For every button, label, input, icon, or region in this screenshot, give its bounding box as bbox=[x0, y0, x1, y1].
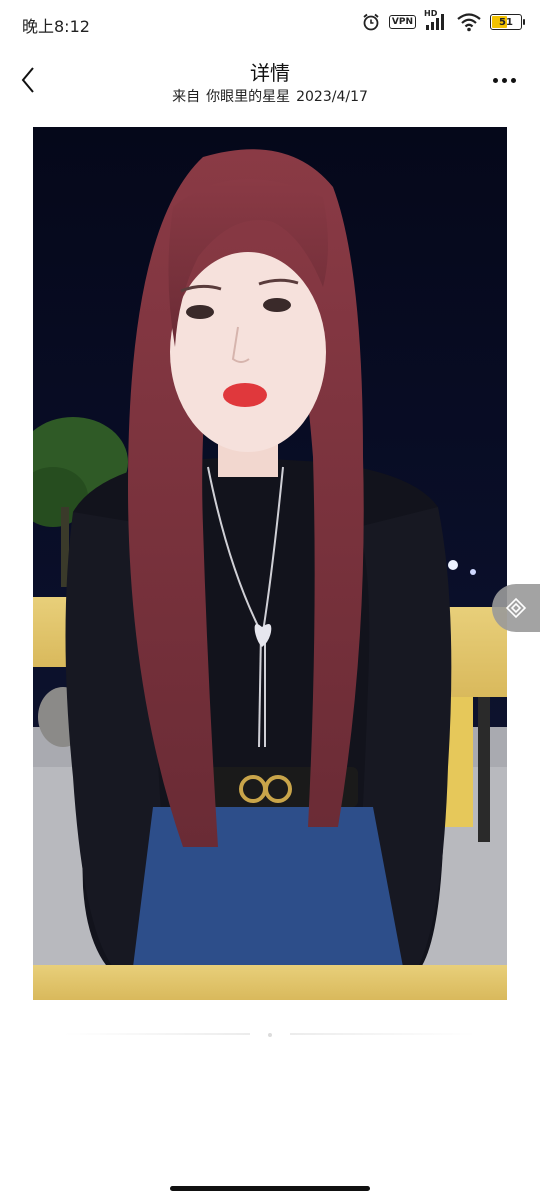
page-indicator-left bbox=[64, 1033, 250, 1035]
page-indicator-right bbox=[290, 1033, 476, 1035]
source-name[interactable]: 你眼里的星星 bbox=[206, 89, 290, 105]
floating-side-button[interactable] bbox=[492, 584, 540, 632]
more-dot bbox=[510, 77, 516, 83]
vpn-icon: VPN bbox=[388, 15, 416, 29]
post-photo[interactable] bbox=[33, 127, 507, 1000]
battery-icon: 51 bbox=[490, 14, 525, 30]
page-title: 详情 bbox=[250, 61, 290, 85]
cell-signal-icon: HD bbox=[424, 9, 448, 32]
page-indicator-dot bbox=[268, 1033, 272, 1037]
post-source: 来自 你眼里的星星 2023/4/17 bbox=[0, 86, 540, 106]
home-indicator[interactable] bbox=[170, 1186, 370, 1191]
status-bar: 晚上8:12 VPN HD 51 bbox=[0, 0, 540, 48]
more-dot bbox=[501, 77, 507, 83]
more-button[interactable] bbox=[486, 68, 522, 92]
alarm-icon bbox=[363, 13, 379, 31]
status-icons: VPN HD 51 bbox=[361, 9, 525, 32]
post-date: 2023/4/17 bbox=[296, 89, 368, 105]
source-prefix: 来自 bbox=[172, 89, 201, 105]
photo-image bbox=[33, 127, 507, 1000]
wifi-icon bbox=[457, 13, 481, 32]
battery-level: 51 bbox=[499, 16, 513, 28]
more-dot bbox=[492, 77, 498, 83]
diamond-toggle-icon bbox=[505, 597, 527, 619]
status-time: 晚上8:12 bbox=[22, 17, 90, 36]
header: 详情 来自 你眼里的星星 2023/4/17 bbox=[0, 48, 540, 118]
